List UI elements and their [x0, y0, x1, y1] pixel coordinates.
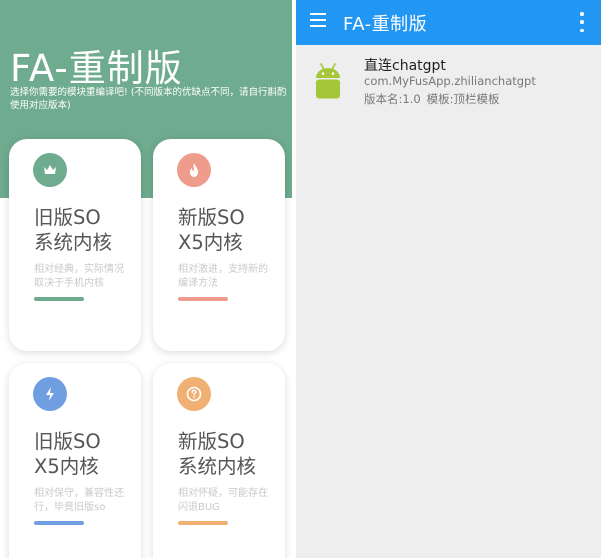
app-name: 直连chatgpt	[364, 58, 446, 74]
app-bar-title: FA-重制版	[343, 14, 428, 35]
lightning-icon	[33, 377, 67, 411]
accent-bar	[34, 297, 84, 301]
flame-icon	[177, 153, 211, 187]
card-title: 旧版SO 系统内核	[34, 206, 113, 254]
card-old-so-system-kernel[interactable]: 旧版SO 系统内核 相对经典，实际情况 取决于手机内核	[9, 139, 141, 351]
app-bar: FA-重制版	[296, 0, 601, 45]
app-template: 模板:顶栏模板	[426, 92, 500, 106]
card-description: 相对激进，支持新的 编译方法	[178, 264, 268, 289]
app-meta: 版本名:1.0 模板:顶栏模板	[364, 91, 500, 107]
accent-bar	[34, 521, 84, 525]
app-list-panel: FA-重制版 直连chatgpt com.MyFusApp.zhiliancha…	[296, 0, 601, 558]
question-icon	[177, 377, 211, 411]
list-item-app[interactable]: 直连chatgpt com.MyFusApp.zhilianchatgpt 版本…	[296, 45, 601, 117]
page-title: FA-重制版	[10, 47, 183, 90]
card-new-so-x5-kernel[interactable]: 新版SO X5内核 相对激进，支持新的 编译方法	[153, 139, 285, 351]
app-package-name: com.MyFusApp.zhilianchatgpt	[364, 74, 536, 88]
card-new-so-system-kernel[interactable]: 新版SO 系统内核 相对怀疑，可能存在 闪退BUG	[153, 363, 285, 558]
card-title: 新版SO 系统内核	[178, 430, 257, 478]
card-title: 旧版SO X5内核	[34, 430, 101, 478]
crown-icon	[33, 153, 67, 187]
accent-bar	[178, 521, 228, 525]
card-description: 相对保守，兼容性还 行，毕竟旧版so	[34, 488, 124, 513]
more-vert-icon[interactable]	[579, 12, 585, 32]
card-description: 相对怀疑，可能存在 闪退BUG	[178, 488, 268, 513]
module-selector-panel: FA-重制版 选择你需要的模块重编译吧! (不同版本的优缺点不同，请自行斟酌使用…	[0, 0, 292, 558]
android-icon	[311, 61, 345, 99]
card-title: 新版SO X5内核	[178, 206, 245, 254]
card-description: 相对经典，实际情况 取决于手机内核	[34, 264, 124, 289]
card-old-so-x5-kernel[interactable]: 旧版SO X5内核 相对保守，兼容性还 行，毕竟旧版so	[9, 363, 141, 558]
page-subtitle: 选择你需要的模块重编译吧! (不同版本的优缺点不同，请自行斟酌使用对应版本)	[10, 87, 287, 111]
accent-bar	[178, 297, 228, 301]
app-version: 版本名:1.0	[364, 92, 421, 106]
hamburger-menu-icon[interactable]	[310, 13, 328, 29]
